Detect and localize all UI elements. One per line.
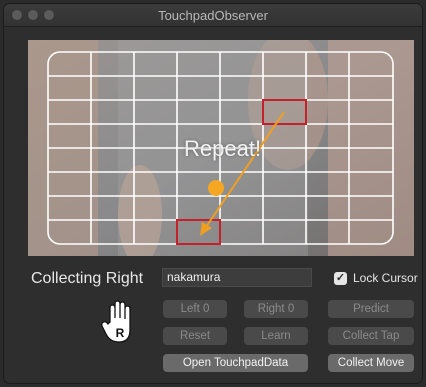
- collect-move-button[interactable]: Collect Move: [328, 354, 414, 372]
- hand-icon: R: [101, 300, 131, 343]
- right-count-button[interactable]: Right 0: [244, 300, 308, 318]
- collecting-status: Collecting Right: [31, 270, 144, 287]
- repeat-label: Repeat!: [184, 136, 262, 161]
- open-touchpad-data-button[interactable]: Open TouchpadData: [163, 354, 308, 372]
- app-window: TouchpadObserver Repeat! Collecting Righ…: [4, 4, 422, 383]
- left-count-button[interactable]: Left 0: [163, 300, 227, 318]
- lock-cursor-label: Lock Cursor: [353, 271, 418, 285]
- learn-button[interactable]: Learn: [244, 327, 308, 345]
- camera-view: Repeat!: [28, 40, 414, 256]
- reset-button[interactable]: Reset: [163, 327, 227, 345]
- lock-cursor-checkbox[interactable]: ✓: [334, 271, 347, 285]
- lock-cursor-toggle[interactable]: ✓ Lock Cursor: [334, 271, 418, 285]
- title-bar: TouchpadObserver: [4, 4, 422, 27]
- username-field[interactable]: [162, 268, 312, 287]
- hand-letter: R: [116, 326, 125, 340]
- window-title: TouchpadObserver: [158, 8, 268, 23]
- predict-button[interactable]: Predict: [328, 300, 414, 318]
- collect-tap-button[interactable]: Collect Tap: [328, 327, 414, 345]
- cursor-dot: [208, 180, 224, 196]
